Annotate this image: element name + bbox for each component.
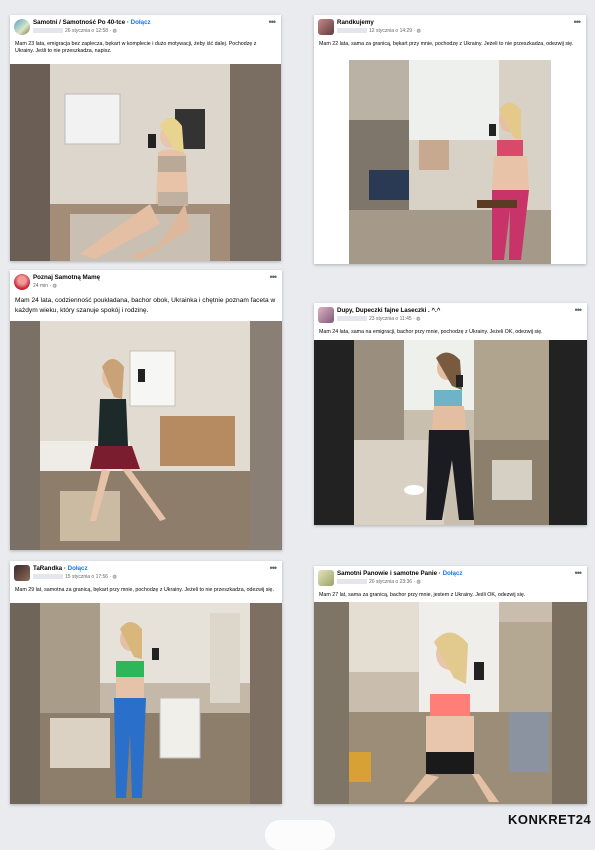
join-button[interactable]: Dołącz bbox=[131, 19, 151, 26]
post-meta: 15 stycznia o 17:56 · ◍ bbox=[33, 574, 117, 580]
post-meta: 20 stycznia o 23:36 · ◍ bbox=[337, 579, 421, 585]
post-time[interactable]: 20 stycznia o 23:36 bbox=[369, 579, 412, 585]
group-avatar[interactable] bbox=[318, 307, 334, 323]
more-options-icon[interactable]: ••• bbox=[269, 17, 277, 27]
redacted-author bbox=[33, 28, 63, 34]
redacted-author bbox=[33, 574, 63, 580]
selfie-photo-image bbox=[314, 602, 587, 804]
post-meta: 26 stycznia o 12:58 · ◍ bbox=[33, 28, 117, 34]
selfie-photo-image bbox=[349, 60, 551, 264]
globe-icon: ◍ bbox=[112, 574, 117, 580]
group-name[interactable]: Randkujemy bbox=[337, 19, 374, 26]
redacted-author bbox=[337, 316, 367, 322]
globe-icon: ◍ bbox=[416, 579, 421, 585]
redacted-author bbox=[337, 579, 367, 585]
post-meta: 12 stycznia o 14:29 · ◍ bbox=[337, 28, 421, 34]
post-meta: 24 min · ◍ bbox=[33, 283, 57, 289]
more-options-icon[interactable]: ••• bbox=[575, 568, 583, 578]
more-options-icon[interactable]: ••• bbox=[270, 563, 278, 573]
post-text: Mam 24 lata, sama na emigracji, bachor p… bbox=[319, 329, 543, 335]
join-button[interactable]: Dołącz bbox=[443, 570, 463, 577]
post-text: Mam 27 lat, sama za granicą, bachor przy… bbox=[319, 592, 526, 598]
join-button[interactable]: Dołącz bbox=[68, 565, 88, 572]
group-avatar[interactable] bbox=[318, 570, 334, 586]
post-text: Mam 23 lata, emigracja bez zaplecza, bęk… bbox=[15, 41, 257, 55]
globe-icon: ◍ bbox=[416, 28, 421, 34]
more-options-icon[interactable]: ••• bbox=[575, 305, 583, 315]
post-time[interactable]: 15 stycznia o 17:56 bbox=[65, 574, 108, 580]
post-time[interactable]: 24 min bbox=[33, 283, 48, 289]
post-photo[interactable] bbox=[314, 340, 587, 525]
group-name-text[interactable]: Poznaj Samotną Mamę bbox=[33, 274, 100, 281]
post-header: Randkujemy 12 stycznia o 14:29 · ◍ ••• bbox=[314, 15, 586, 41]
group-name-text[interactable]: Samotni Panowie i samotne Panie bbox=[337, 570, 437, 577]
post-card: Samotni / Samotność Po 40-tce · Dołącz 2… bbox=[10, 15, 281, 261]
selfie-photo-image bbox=[10, 603, 282, 804]
bottom-decoration bbox=[265, 820, 335, 850]
post-time[interactable]: 26 stycznia o 12:58 bbox=[65, 28, 108, 34]
group-name[interactable]: Samotni Panowie i samotne Panie · Dołącz bbox=[337, 570, 463, 577]
group-avatar[interactable] bbox=[14, 19, 30, 35]
globe-icon: ◍ bbox=[112, 28, 117, 34]
selfie-photo-image bbox=[314, 340, 587, 525]
selfie-photo-image bbox=[10, 321, 282, 550]
group-name[interactable]: Samotni / Samotność Po 40-tce · Dołącz bbox=[33, 19, 151, 26]
group-name[interactable]: TaRandka · Dołącz bbox=[33, 565, 88, 572]
post-card: Randkujemy 12 stycznia o 14:29 · ◍ ••• M… bbox=[314, 15, 586, 264]
post-time[interactable]: 23 stycznia o 11:45 bbox=[369, 316, 412, 322]
post-card: TaRandka · Dołącz 15 stycznia o 17:56 · … bbox=[10, 561, 282, 804]
post-photo[interactable] bbox=[10, 64, 281, 261]
post-header: Samotni Panowie i samotne Panie · Dołącz… bbox=[314, 566, 587, 592]
group-name[interactable]: Dupy, Dupeczki fajne Laseczki . ^.^ bbox=[337, 307, 440, 314]
post-header: TaRandka · Dołącz 15 stycznia o 17:56 · … bbox=[10, 561, 282, 587]
post-time[interactable]: 12 stycznia o 14:29 bbox=[369, 28, 412, 34]
group-name[interactable]: Poznaj Samotną Mamę bbox=[33, 274, 100, 281]
brand-logo: KONKRET24 bbox=[508, 812, 592, 827]
post-meta: 23 stycznia o 11:45 · ◍ bbox=[337, 316, 421, 322]
globe-icon: ◍ bbox=[416, 316, 421, 322]
group-name-text[interactable]: TaRandka bbox=[33, 565, 62, 572]
selfie-photo-image bbox=[10, 64, 281, 261]
redacted-author bbox=[337, 28, 367, 34]
more-options-icon[interactable]: ••• bbox=[574, 17, 582, 27]
post-header: Poznaj Samotną Mamę 24 min · ◍ ••• bbox=[10, 270, 282, 296]
group-name-text[interactable]: Samotni / Samotność Po 40-tce bbox=[33, 19, 125, 26]
post-header: Samotni / Samotność Po 40-tce · Dołącz 2… bbox=[10, 15, 281, 41]
post-text: Mam 22 lata, sama za granicą, bękart prz… bbox=[319, 41, 574, 47]
globe-icon: ◍ bbox=[52, 283, 57, 289]
group-name-text[interactable]: Randkujemy bbox=[337, 19, 374, 26]
post-text: Mam 29 lat, samotna za granicą, bękart p… bbox=[15, 587, 274, 593]
post-photo[interactable] bbox=[10, 603, 282, 804]
more-options-icon[interactable]: ••• bbox=[270, 272, 278, 282]
group-name-text[interactable]: Dupy, Dupeczki fajne Laseczki . ^.^ bbox=[337, 307, 440, 314]
group-avatar[interactable] bbox=[318, 19, 334, 35]
group-avatar[interactable] bbox=[14, 565, 30, 581]
post-photo[interactable] bbox=[349, 60, 551, 264]
post-header: Dupy, Dupeczki fajne Laseczki . ^.^ 23 s… bbox=[314, 303, 587, 329]
post-text: Mam 24 lata, codzienność poukładana, bac… bbox=[15, 297, 276, 314]
group-avatar[interactable] bbox=[14, 274, 30, 290]
post-card: Dupy, Dupeczki fajne Laseczki . ^.^ 23 s… bbox=[314, 303, 587, 525]
post-photo[interactable] bbox=[10, 321, 282, 550]
post-card: Samotni Panowie i samotne Panie · Dołącz… bbox=[314, 566, 587, 804]
post-photo[interactable] bbox=[314, 602, 587, 804]
post-card: Poznaj Samotną Mamę 24 min · ◍ ••• Mam 2… bbox=[10, 270, 282, 550]
